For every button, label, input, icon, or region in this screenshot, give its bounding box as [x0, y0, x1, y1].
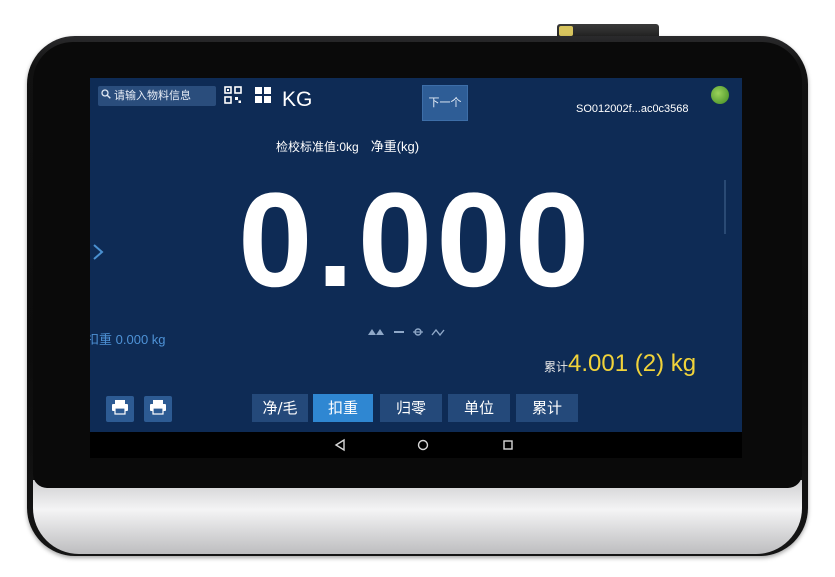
calibration-line: 检校标准值:0kg 净重(kg): [276, 136, 419, 155]
accumulate-label: 累计: [544, 360, 569, 374]
printer-icon: [149, 399, 167, 419]
zero-button[interactable]: 归零: [380, 394, 442, 422]
search-icon: [98, 86, 114, 106]
unit-button[interactable]: 单位: [448, 394, 510, 422]
chevron-right-icon[interactable]: [92, 242, 104, 266]
net-gross-button[interactable]: 净/毛: [252, 394, 308, 422]
tare-line: 扣重 0.000 kg: [90, 329, 166, 348]
connection-status-icon: [711, 86, 729, 104]
tare-label: 扣重: [90, 332, 113, 347]
print-label-button[interactable]: [106, 396, 134, 422]
unit-label[interactable]: KG: [282, 88, 312, 112]
scrollbar[interactable]: [724, 180, 726, 234]
status-indicators-icon: [366, 327, 450, 340]
next-button[interactable]: 下一个: [422, 85, 468, 121]
device-base: [33, 480, 802, 554]
grid-icon[interactable]: [254, 86, 272, 104]
printer-icon: [111, 399, 129, 419]
accumulate-value: 4.001 (2) kg: [568, 350, 697, 377]
android-navbar: [90, 432, 742, 458]
tare-button[interactable]: 扣重: [313, 394, 373, 422]
accumulate-line: 累计4.001 (2) kg: [544, 350, 696, 378]
device-serial: SO012002f...ac0c3568: [576, 103, 689, 115]
accumulate-button[interactable]: 累计: [516, 394, 578, 422]
circle-home-icon[interactable]: [417, 432, 429, 458]
weight-display: 0.000: [238, 166, 594, 315]
standard-value-label: 检校标准值:0kg: [276, 140, 359, 154]
net-weight-label: 净重(kg): [370, 139, 420, 154]
screen: 请输入物料信息 KG 下一个 SO012002f...ac0c3568 检校标准…: [90, 78, 742, 458]
triangle-back-icon[interactable]: [334, 432, 346, 458]
square-recent-icon[interactable]: [502, 432, 514, 458]
search-placeholder: 请输入物料信息: [114, 89, 191, 102]
search-input[interactable]: 请输入物料信息: [98, 86, 216, 106]
qr-code-icon[interactable]: [224, 86, 242, 104]
print-button[interactable]: [144, 396, 172, 422]
tare-value: 0.000 kg: [115, 332, 166, 347]
